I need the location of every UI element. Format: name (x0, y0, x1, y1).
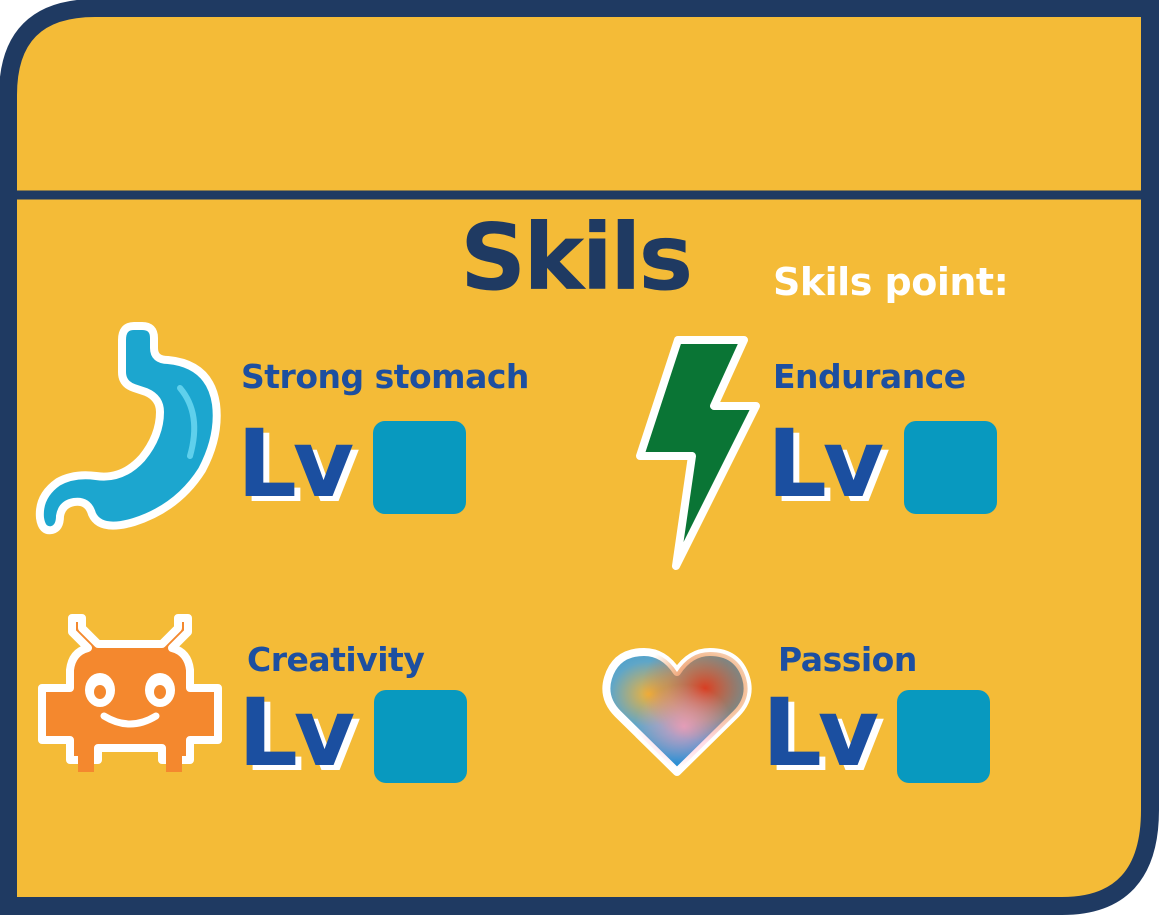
panel-title: Skils (460, 204, 693, 311)
skill-points-label: Skils point: (773, 260, 1009, 304)
heart-icon (602, 648, 752, 776)
skill-level-box-creativity[interactable] (374, 690, 467, 783)
stomach-icon (35, 322, 221, 535)
skill-level-label-strong-stomach: Lv (237, 410, 354, 519)
skill-name-creativity: Creativity (247, 640, 425, 679)
skill-level-box-passion[interactable] (897, 690, 990, 783)
skill-name-passion: Passion (778, 640, 917, 679)
robot-invader-icon (38, 614, 222, 772)
skill-name-endurance: Endurance (773, 357, 966, 396)
lightning-bolt-icon (636, 336, 760, 570)
skill-level-box-endurance[interactable] (904, 421, 997, 514)
skill-name-strong-stomach: Strong stomach (241, 357, 529, 396)
skill-level-box-strong-stomach[interactable] (373, 421, 466, 514)
skill-level-label-creativity: Lv (238, 679, 355, 788)
skill-level-label-endurance: Lv (767, 410, 884, 519)
skill-level-label-passion: Lv (762, 679, 879, 788)
